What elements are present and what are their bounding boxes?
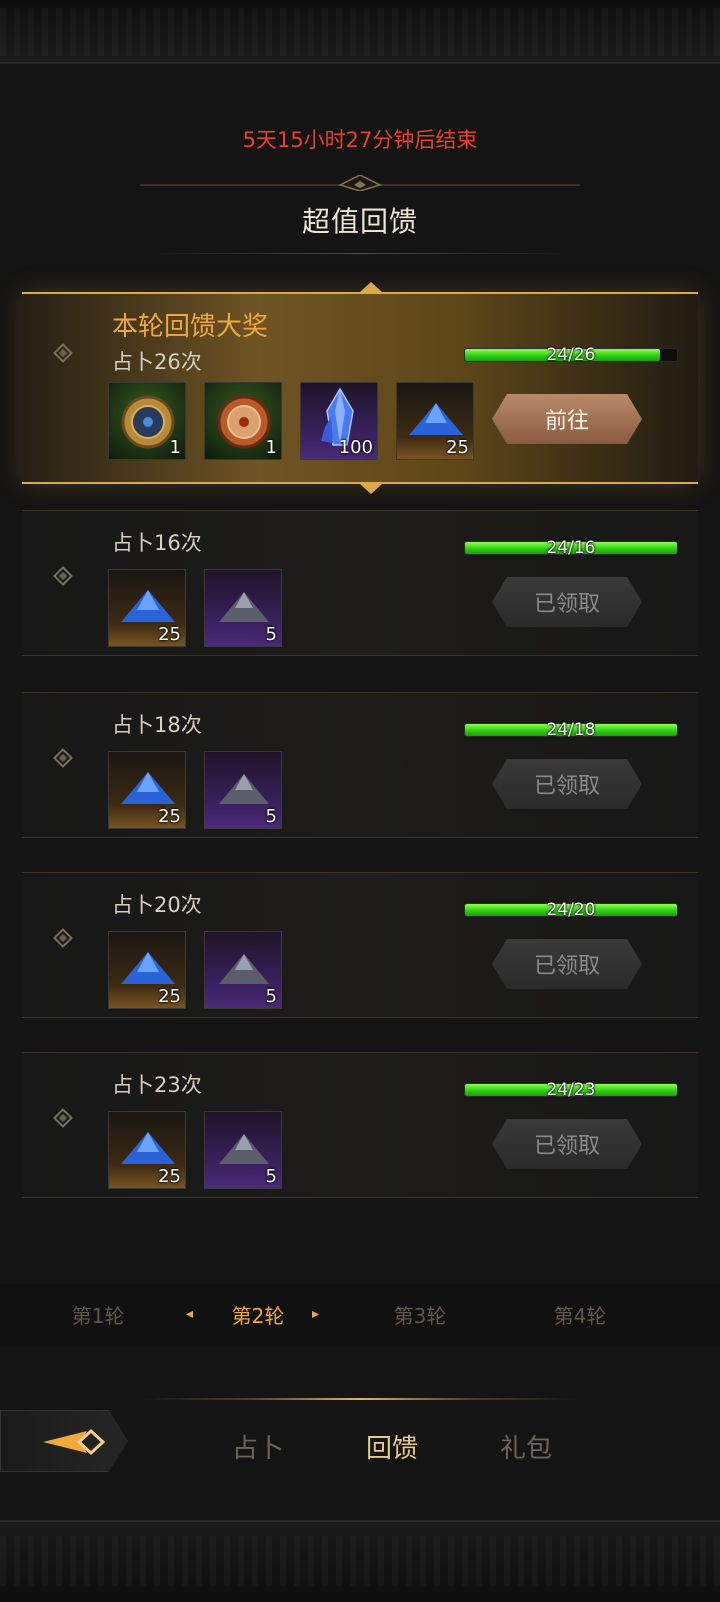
nav-tab-gift-pack[interactable]: 礼包 — [500, 1428, 552, 1465]
go-button[interactable]: 前往 — [492, 394, 642, 444]
progress-bar: 24/16 — [464, 538, 678, 558]
claimed-button[interactable]: 已领取 — [492, 577, 642, 627]
claimed-button[interactable]: 已领取 — [492, 759, 642, 809]
back-button[interactable] — [0, 1410, 128, 1472]
reward-item[interactable]: 1 — [108, 382, 186, 460]
header-ornament — [140, 175, 580, 191]
progress-text: 24/18 — [546, 720, 596, 740]
progress-text: 24/16 — [546, 538, 596, 558]
tier-label: 占卜26次 — [112, 350, 202, 374]
round-tab-2[interactable]: 第2轮 — [198, 1300, 318, 1329]
grand-prize-tier: 本轮回馈大奖 占卜26次 24/26 1 1 100 25 前往 — [22, 282, 698, 494]
item-quantity: 1 — [265, 437, 277, 458]
tier-cap-bottom-icon — [360, 484, 382, 494]
item-quantity: 25 — [158, 1166, 181, 1187]
reward-item[interactable]: 1 — [204, 382, 282, 460]
top-frame — [0, 0, 720, 64]
nav-tab-feedback[interactable]: 回馈 — [366, 1428, 418, 1465]
title-divider — [150, 253, 570, 254]
reward-tier: 占卜18次 24/18 25 5 已领取 — [22, 692, 698, 838]
bottom-frame — [0, 1520, 720, 1602]
progress-text: 24/23 — [546, 1080, 596, 1100]
reward-tier: 占卜20次 24/20 25 5 已领取 — [22, 872, 698, 1018]
reward-tier: 占卜23次 24/23 25 5 已领取 — [22, 1052, 698, 1198]
item-quantity: 100 — [338, 437, 373, 458]
item-quantity: 5 — [265, 806, 277, 827]
item-quantity: 1 — [169, 437, 181, 458]
progress-bar: 24/18 — [464, 720, 678, 740]
item-quantity: 5 — [265, 986, 277, 1007]
tier-diamond-icon — [53, 748, 73, 768]
item-quantity: 5 — [265, 624, 277, 645]
tier-diamond-icon — [53, 928, 73, 948]
nav-divider — [140, 1398, 580, 1400]
reward-item[interactable]: 5 — [204, 1111, 282, 1189]
reward-tier: 占卜16次 24/16 25 5 已领取 — [22, 510, 698, 656]
reward-item[interactable]: 5 — [204, 931, 282, 1009]
round-right-arrow-icon: ▸ — [312, 1306, 320, 1322]
reward-item[interactable]: 25 — [108, 931, 186, 1009]
progress-text: 24/20 — [546, 900, 596, 920]
tier-diamond-icon — [53, 343, 73, 363]
progress-text: 24/26 — [546, 345, 596, 365]
tier-cap-top-icon — [360, 282, 382, 292]
item-quantity: 25 — [446, 437, 469, 458]
countdown-timer: 5天15小时27分钟后结束 — [242, 128, 478, 152]
reward-item[interactable]: 25 — [108, 751, 186, 829]
reward-item[interactable]: 25 — [108, 1111, 186, 1189]
round-tab-1[interactable]: 第1轮 — [38, 1300, 158, 1329]
reward-item[interactable]: 5 — [204, 569, 282, 647]
tier-label: 占卜16次 — [112, 531, 202, 555]
tier-diamond-icon — [53, 566, 73, 586]
item-quantity: 25 — [158, 624, 181, 645]
claimed-button[interactable]: 已领取 — [492, 939, 642, 989]
tier-label: 占卜20次 — [112, 893, 202, 917]
progress-bar: 24/20 — [464, 900, 678, 920]
grand-prize-title: 本轮回馈大奖 — [112, 312, 269, 342]
reward-item[interactable]: 25 — [108, 569, 186, 647]
reward-item[interactable]: 100 — [300, 382, 378, 460]
round-selector: 第1轮 ◂ 第2轮 ▸ 第3轮 第4轮 — [0, 1284, 720, 1346]
tier-label: 占卜18次 — [112, 713, 202, 737]
section-title: 超值回馈 — [301, 205, 418, 238]
tier-label: 占卜23次 — [112, 1073, 202, 1097]
nav-tab-divination[interactable]: 占卜 — [232, 1428, 284, 1465]
round-tab-3[interactable]: 第3轮 — [360, 1300, 480, 1329]
progress-bar: 24/23 — [464, 1080, 678, 1100]
round-tab-4[interactable]: 第4轮 — [520, 1300, 640, 1329]
tier-diamond-icon — [53, 1108, 73, 1128]
item-quantity: 5 — [265, 1166, 277, 1187]
back-arrow-icon — [43, 1428, 106, 1456]
progress-bar: 24/26 — [464, 345, 678, 365]
item-quantity: 25 — [158, 986, 181, 1007]
claimed-button[interactable]: 已领取 — [492, 1119, 642, 1169]
round-left-arrow-icon: ◂ — [186, 1306, 194, 1322]
bottom-nav: 占卜 回馈 礼包 — [0, 1398, 720, 1498]
item-quantity: 25 — [158, 806, 181, 827]
reward-item[interactable]: 25 — [396, 382, 474, 460]
reward-item[interactable]: 5 — [204, 751, 282, 829]
